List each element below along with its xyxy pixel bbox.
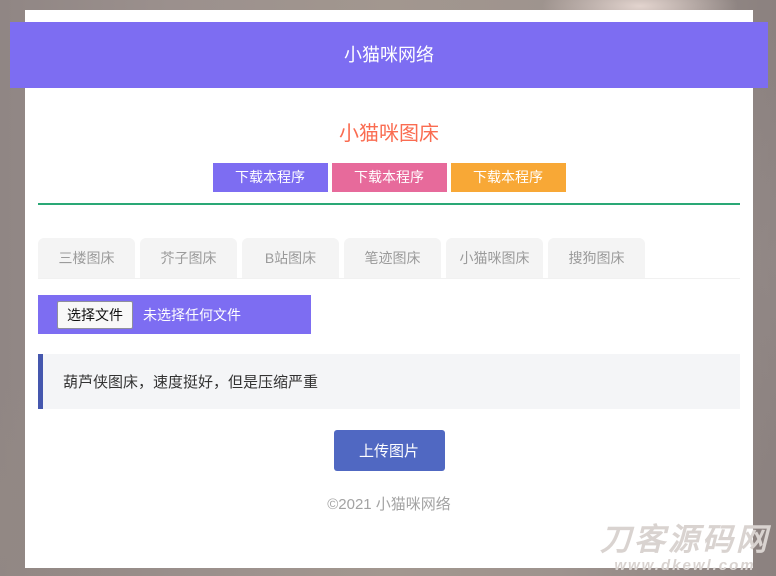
upload-button-row: 上传图片 [38,430,740,471]
header-banner: 小猫咪网络 [10,22,768,88]
notice-text: 葫芦侠图床，速度挺好，但是压缩严重 [63,371,318,392]
download-button-pink[interactable]: 下载本程序 [332,163,447,192]
image-host-tabs: 三楼图床 芥子图床 B站图床 笔迹图床 小猫咪图床 搜狗图床 [38,238,740,279]
download-button-purple[interactable]: 下载本程序 [213,163,328,192]
tab-sougou[interactable]: 搜狗图床 [548,238,645,278]
file-status-text: 未选择任何文件 [143,305,241,325]
download-button-orange[interactable]: 下载本程序 [451,163,566,192]
page-background: { "header": { "title": "小猫咪网络", "bg_colo… [0,0,776,576]
tab-xiaomaomi[interactable]: 小猫咪图床 [446,238,543,278]
page-title: 小猫咪图床 [38,123,740,145]
tab-jiezi[interactable]: 芥子图床 [140,238,237,278]
notice-box: 葫芦侠图床，速度挺好，但是压缩严重 [38,354,740,409]
choose-file-button[interactable]: 选择文件 [57,301,133,329]
tab-bzhan[interactable]: B站图床 [242,238,339,278]
tab-biji[interactable]: 笔迹图床 [344,238,441,278]
main-card: 小猫咪网络 小猫咪图床 下载本程序 下载本程序 下载本程序 三楼图床 芥子图床 … [25,10,753,568]
file-input-area[interactable]: 选择文件 未选择任何文件 [38,295,311,334]
tab-sanlou[interactable]: 三楼图床 [38,238,135,278]
download-buttons-row: 下载本程序 下载本程序 下载本程序 [38,163,740,192]
green-divider [38,203,740,205]
card-content: 小猫咪图床 下载本程序 下载本程序 下载本程序 三楼图床 芥子图床 B站图床 笔… [25,123,753,514]
copyright-footer: ©2021 小猫咪网络 [38,493,740,514]
upload-image-button[interactable]: 上传图片 [334,430,445,471]
